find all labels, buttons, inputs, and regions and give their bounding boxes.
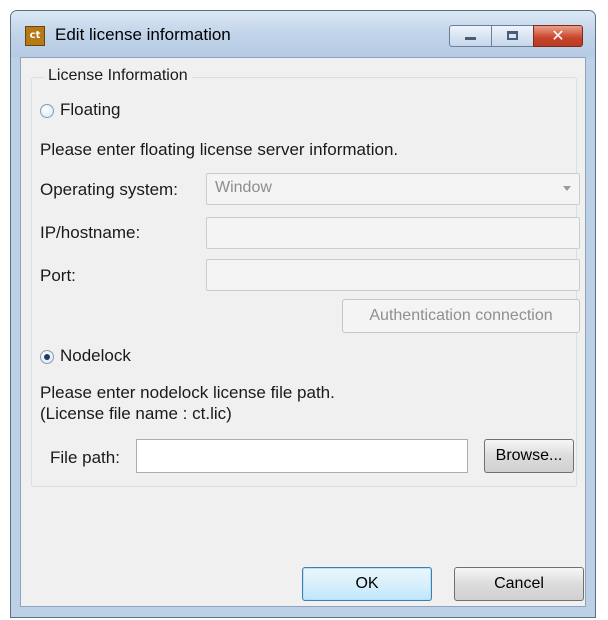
operating-system-label: Operating system: xyxy=(40,180,178,199)
port-input[interactable] xyxy=(206,259,580,291)
radio-selected-dot xyxy=(44,354,50,360)
dialog-window: ct Edit license information ✕ License In… xyxy=(10,10,596,618)
nodelock-instructions: Please enter nodelock license file path. xyxy=(40,383,335,402)
maximize-icon xyxy=(507,31,518,40)
floating-radio-label[interactable]: Floating xyxy=(60,100,120,120)
minimize-icon xyxy=(465,37,476,40)
nodelock-filename-hint: (License file name : ct.lic) xyxy=(40,404,232,423)
minimize-button[interactable] xyxy=(449,25,492,47)
close-button[interactable]: ✕ xyxy=(533,25,583,47)
nodelock-radio-label[interactable]: Nodelock xyxy=(60,346,131,366)
authentication-connection-button[interactable]: Authentication connection xyxy=(342,299,580,333)
browse-button[interactable]: Browse... xyxy=(484,439,574,473)
floating-instructions: Please enter floating license server inf… xyxy=(40,140,399,159)
operating-system-select[interactable]: Window xyxy=(206,173,580,205)
ip-hostname-label: IP/hostname: xyxy=(40,223,141,242)
maximize-button[interactable] xyxy=(491,25,534,47)
app-icon: ct xyxy=(25,26,45,46)
cancel-button[interactable]: Cancel xyxy=(454,567,584,601)
nodelock-radio[interactable] xyxy=(40,350,54,364)
window-title: Edit license information xyxy=(55,25,231,44)
close-icon: ✕ xyxy=(551,26,565,45)
file-path-label: File path: xyxy=(50,448,120,467)
chevron-down-icon xyxy=(563,186,571,191)
ok-button[interactable]: OK xyxy=(302,567,432,601)
operating-system-value: Window xyxy=(215,179,272,196)
license-information-group: License Information Floating Please ente… xyxy=(31,67,580,487)
floating-radio[interactable] xyxy=(40,104,54,118)
dialog-body: License Information Floating Please ente… xyxy=(20,57,586,607)
group-legend: License Information xyxy=(44,67,192,85)
port-label: Port: xyxy=(40,266,76,285)
file-path-input[interactable] xyxy=(136,439,468,473)
ip-hostname-input[interactable] xyxy=(206,217,580,249)
title-bar[interactable]: ct Edit license information ✕ xyxy=(11,11,595,57)
